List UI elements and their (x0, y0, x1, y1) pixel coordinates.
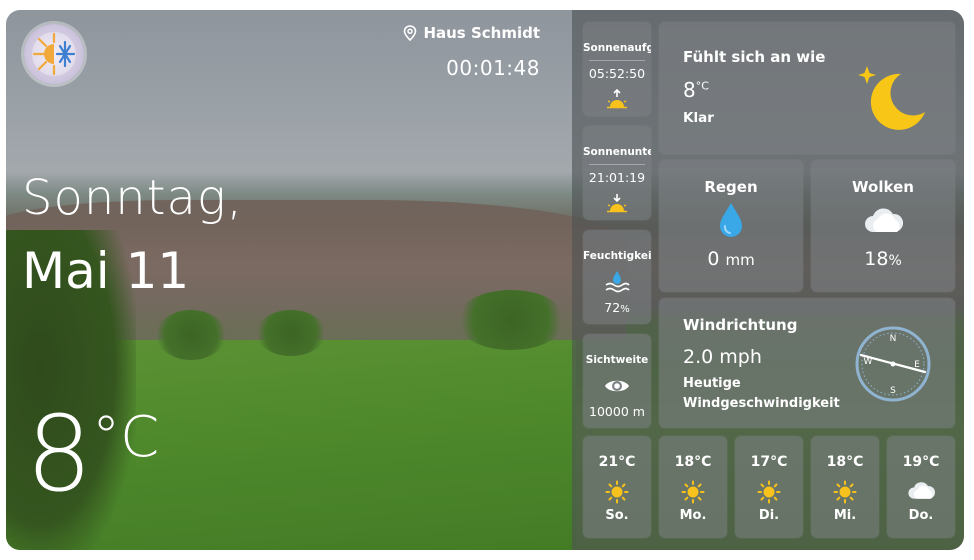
weather-dashboard: Haus Schmidt 00:01:48 Sonntag, Mai 11 8°… (6, 10, 964, 550)
forecast-day[interactable]: 17°C Di. (735, 436, 803, 538)
sunrise-title: Sonnenaufg (583, 42, 651, 54)
rain-unit: mm (725, 251, 755, 269)
humidity-title: Feuchtigkei (583, 250, 651, 262)
sunset-icon (607, 194, 627, 213)
clouds-unit: % (888, 253, 902, 269)
visibility-card[interactable]: Sichtweite 10000 m (583, 334, 651, 428)
forecast-weekday: Di. (758, 508, 780, 523)
rain-value: 0 mm (659, 248, 803, 270)
feels-like-unit: °C (695, 79, 709, 93)
location[interactable]: Haus Schmidt (403, 24, 540, 42)
sunrise-value: 05:52:50 (588, 66, 646, 81)
forecast-day[interactable]: 18°C Mo. (659, 436, 727, 538)
location-pin-icon (404, 25, 417, 41)
background-bush (256, 310, 326, 356)
sun-icon (833, 480, 857, 504)
rain-title: Regen (704, 178, 758, 196)
clouds-number: 18 (864, 248, 889, 270)
location-name: Haus Schmidt (423, 24, 540, 42)
sun-icon (605, 480, 629, 504)
forecast-temp: 18°C (674, 454, 712, 470)
wind-card[interactable]: Windrichtung 2.0 mph Heutige Windgeschwi… (659, 298, 955, 428)
details-panel: Sonnenaufg 05:52:50 Sonnenunte 21:01:19 (572, 10, 964, 550)
cloud-icon (865, 208, 903, 232)
date: Mai 11 (22, 242, 190, 300)
sun-snowflake-icon (32, 32, 76, 76)
current-temperature-unit: °C (92, 405, 160, 470)
wind-speed: 2.0 mph (683, 346, 762, 368)
sunset-value: 21:01:19 (588, 170, 646, 185)
background-bush (156, 310, 226, 360)
cloud-icon (908, 482, 935, 499)
moon-star-icon (858, 66, 925, 130)
current-temperature-value: 8 (26, 393, 93, 515)
compass-north: N (890, 334, 897, 344)
humidity-value: 72% (583, 300, 651, 315)
sunrise-card[interactable]: Sonnenaufg 05:52:50 (583, 22, 651, 116)
divider (589, 164, 645, 165)
forecast-temp: 17°C (750, 454, 788, 470)
forecast-day[interactable]: 18°C Mi. (811, 436, 879, 538)
forecast-temp: 19°C (902, 454, 940, 470)
sun-icon (681, 480, 705, 504)
humidity-unit: % (620, 304, 630, 315)
eye-icon (605, 380, 629, 392)
forecast-weekday: Mi. (833, 508, 857, 523)
wind-label-line2: Windgeschwindigkeit (683, 396, 840, 411)
compass-south: S (890, 386, 896, 396)
feels-like-temp: 8°C (683, 78, 709, 102)
background-bush (456, 290, 566, 350)
visibility-value: 10000 m (589, 404, 645, 419)
feels-like-number: 8 (683, 78, 696, 102)
clouds-title: Wolken (852, 178, 914, 196)
forecast-day[interactable]: 21°C So. (583, 436, 651, 538)
condition: Klar (683, 110, 714, 126)
forecast-weekday: Do. (908, 508, 934, 523)
feels-like-title: Fühlt sich an wie (683, 48, 826, 66)
forecast-day[interactable]: 19°C Do. (887, 436, 955, 538)
clouds-card[interactable]: Wolken 18% (811, 160, 955, 292)
feels-like-card[interactable]: Fühlt sich an wie 8°C Klar (659, 22, 955, 154)
sunset-card[interactable]: Sonnenunte 21:01:19 (583, 126, 651, 220)
forecast-weekday: So. (605, 508, 629, 523)
clouds-value: 18% (811, 248, 955, 270)
app-logo[interactable] (24, 24, 84, 84)
compass-icon: N E S W (855, 326, 931, 402)
forecast-temp: 21°C (598, 454, 636, 470)
weekday: Sonntag, (22, 170, 243, 226)
raindrop-icon (720, 203, 742, 237)
sunrise-icon (607, 88, 627, 109)
divider (589, 60, 645, 61)
current-temperature: 8°C (26, 402, 159, 506)
current-time: 00:01:48 (446, 56, 540, 80)
humidity-icon (605, 271, 630, 293)
forecast-temp: 18°C (826, 454, 864, 470)
sunset-title: Sonnenunte (583, 146, 651, 158)
rain-card[interactable]: Regen 0 mm (659, 160, 803, 292)
humidity-card[interactable]: Feuchtigkei 72% (583, 230, 651, 324)
visibility-title: Sichtweite (585, 354, 649, 366)
wind-label-line1: Heutige (683, 376, 741, 391)
sun-icon (757, 480, 781, 504)
forecast-weekday: Mo. (679, 508, 707, 523)
humidity-number: 72 (604, 300, 621, 315)
rain-number: 0 (707, 248, 720, 270)
wind-title: Windrichtung (683, 316, 798, 334)
